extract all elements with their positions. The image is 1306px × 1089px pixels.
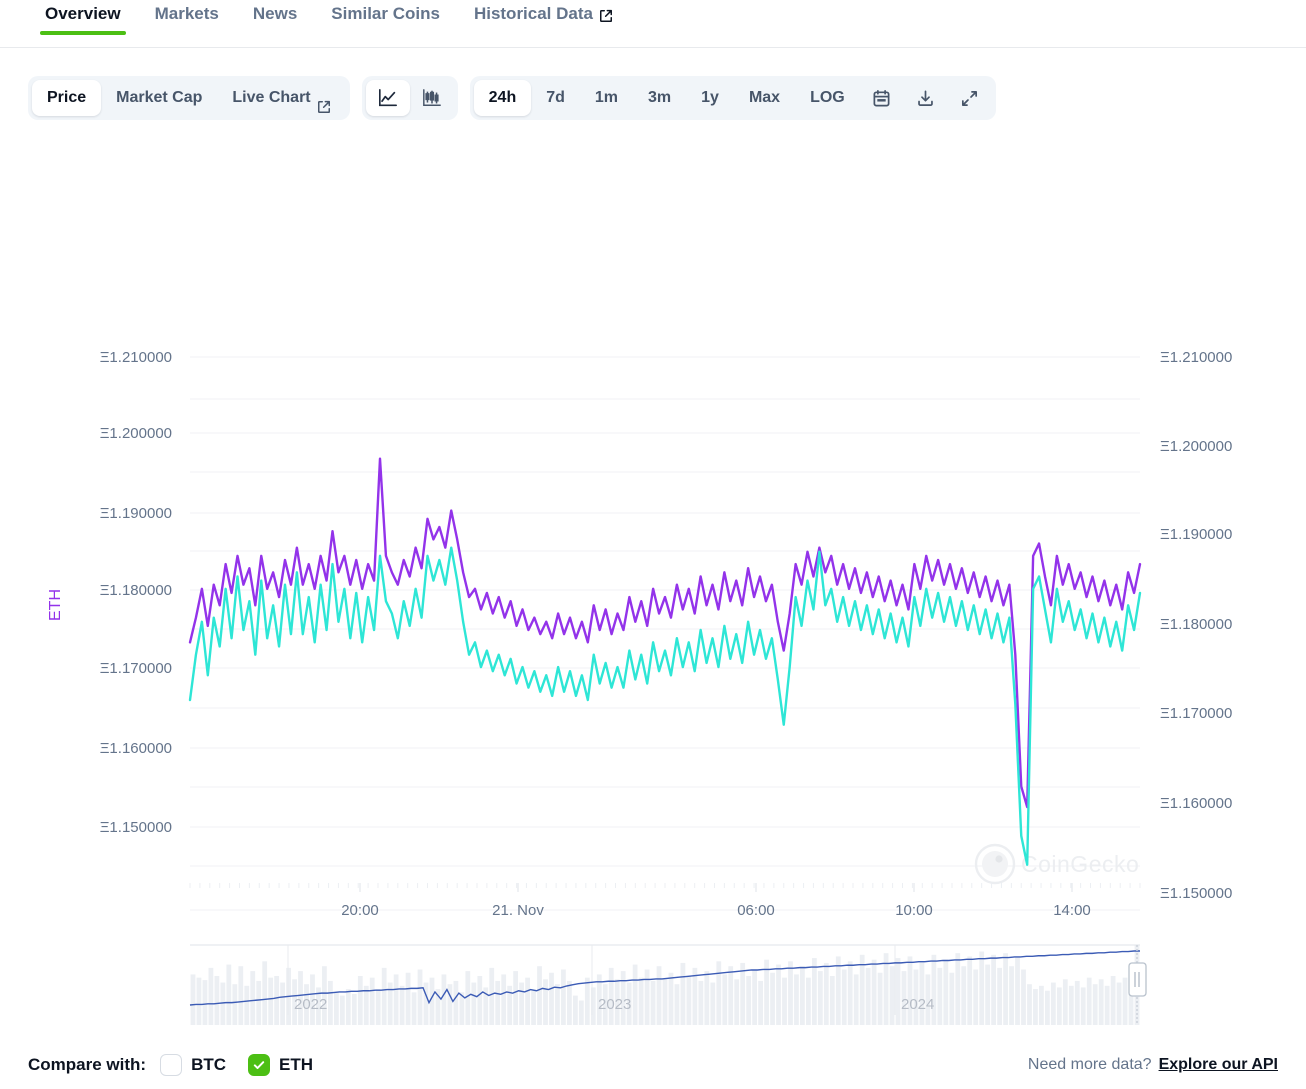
tab-historical-data[interactable]: Historical Data [457, 0, 630, 46]
svg-text:Ξ1.210000: Ξ1.210000 [100, 349, 172, 366]
range-max-button[interactable]: Max [734, 80, 795, 116]
svg-text:Ξ1.150000: Ξ1.150000 [1160, 885, 1232, 902]
navigator[interactable]: 2022 2023 2024 [189, 944, 1147, 1023]
chart-toolbar: Price Market Cap Live Chart 24h 7d 1m 3m… [28, 76, 996, 120]
calendar-icon[interactable] [860, 80, 904, 116]
svg-text:10:00: 10:00 [895, 902, 933, 919]
svg-text:Ξ1.180000: Ξ1.180000 [100, 582, 172, 599]
svg-text:Ξ1.160000: Ξ1.160000 [1160, 795, 1232, 812]
navigator-handle [1128, 962, 1147, 997]
tab-similar-coins-label: Similar Coins [331, 4, 440, 23]
crypto-chart-page: Overview Markets News Similar Coins Hist… [0, 0, 1306, 1089]
range-log-label: LOG [810, 89, 845, 106]
svg-text:2022: 2022 [294, 996, 327, 1013]
svg-text:Ξ1.200000: Ξ1.200000 [1160, 438, 1232, 455]
tab-overview-label: Overview [45, 4, 121, 23]
eth-label: ETH [279, 1054, 314, 1074]
series-purple [188, 457, 1142, 809]
footer-api-section: Need more data? Explore our API [1028, 1056, 1278, 1074]
tab-markets-label: Markets [154, 4, 219, 23]
range-1y-button[interactable]: 1y [686, 80, 734, 116]
explore-api-link[interactable]: Explore our API [1159, 1056, 1278, 1074]
range-1y-label: 1y [701, 89, 719, 106]
eth-checkbox[interactable] [248, 1053, 271, 1076]
svg-text:Ξ1.190000: Ξ1.190000 [1160, 526, 1232, 543]
left-y-axis: Ξ1.210000 Ξ1.200000 Ξ1.190000 Ξ1.180000 Ξ1.1… [47, 349, 172, 836]
svg-text:14:00: 14:00 [1053, 902, 1091, 919]
chart-footer: Compare with: BTC ETH Need more data? Ex… [0, 1040, 1306, 1089]
range-max-label: Max [748, 89, 781, 106]
candlestick-chart-icon[interactable] [410, 80, 454, 116]
svg-text:Ξ1.150000: Ξ1.150000 [100, 819, 172, 836]
series-cyan [188, 546, 1142, 866]
time-range-segmented-control: 24h 7d 1m 3m 1y Max LOG [469, 76, 996, 120]
compare-with-label: Compare with: [28, 1054, 147, 1074]
chart-gridlines [190, 356, 1140, 911]
metric-segmented-control: Price Market Cap Live Chart [28, 76, 350, 120]
svg-text:2023: 2023 [598, 996, 631, 1013]
tab-bar: Overview Markets News Similar Coins Hist… [0, 0, 1306, 48]
external-link-icon [317, 92, 331, 113]
range-1m-label: 1m [594, 89, 619, 106]
svg-text:Ξ1.190000: Ξ1.190000 [100, 505, 172, 522]
svg-text:Ξ1.170000: Ξ1.170000 [100, 660, 172, 677]
volume-bars [190, 945, 1140, 1025]
range-7d-label: 7d [546, 89, 565, 106]
svg-text:Ξ1.180000: Ξ1.180000 [1160, 616, 1232, 633]
compare-option-eth[interactable]: ETH [248, 1053, 314, 1076]
line-chart-icon[interactable] [365, 80, 410, 116]
compare-option-btc[interactable]: BTC [160, 1053, 227, 1076]
price-series-layer [188, 457, 1142, 866]
range-3m-button[interactable]: 3m [633, 80, 686, 116]
svg-text:21. Nov: 21. Nov [492, 902, 544, 919]
metric-price-button[interactable]: Price [32, 80, 102, 116]
svg-text:20:00: 20:00 [341, 902, 379, 919]
svg-text:ETH: ETH [47, 589, 64, 621]
tab-news-label: News [252, 4, 298, 23]
metric-market-cap-label: Market Cap [116, 89, 203, 106]
tab-historical-data-label: Historical Data [473, 4, 593, 23]
svg-text:Ξ1.200000: Ξ1.200000 [100, 425, 172, 442]
tab-similar-coins[interactable]: Similar Coins [314, 0, 457, 46]
tab-markets[interactable]: Markets [138, 0, 236, 46]
external-link-icon [599, 8, 613, 22]
coingecko-watermark: CoinGecko [974, 843, 1139, 885]
range-1m-button[interactable]: 1m [580, 80, 633, 116]
svg-text:Ξ1.210000: Ξ1.210000 [1160, 349, 1232, 366]
range-log-button[interactable]: LOG [795, 80, 860, 116]
svg-text:Ξ1.160000: Ξ1.160000 [100, 740, 172, 757]
metric-price-label: Price [47, 89, 87, 106]
download-icon[interactable] [904, 80, 948, 116]
need-more-data-label: Need more data? [1027, 1055, 1152, 1073]
check-icon [253, 1060, 265, 1069]
tab-news[interactable]: News [236, 0, 314, 46]
range-24h-button[interactable]: 24h [473, 80, 532, 116]
svg-text:2024: 2024 [901, 996, 934, 1013]
svg-text:CoinGecko: CoinGecko [1021, 851, 1139, 877]
x-axis: 20:00 21. Nov 06:00 10:00 14:00 [189, 883, 1141, 919]
svg-text:Ξ1.170000: Ξ1.170000 [1160, 705, 1232, 722]
expand-icon[interactable] [948, 80, 992, 116]
chart-style-segmented-control [361, 76, 458, 120]
right-y-axis: Ξ1.210000 Ξ1.200000 Ξ1.190000 Ξ1.180000 Ξ1.1… [1160, 349, 1232, 902]
svg-text:06:00: 06:00 [737, 902, 775, 919]
tab-overview[interactable]: Overview [28, 0, 138, 46]
range-3m-label: 3m [648, 89, 672, 106]
metric-market-cap-button[interactable]: Market Cap [101, 80, 217, 116]
range-24h-label: 24h [488, 89, 517, 106]
range-7d-button[interactable]: 7d [531, 80, 580, 116]
metric-live-chart-label: Live Chart [232, 89, 311, 106]
btc-checkbox[interactable] [160, 1053, 183, 1076]
btc-label: BTC [191, 1054, 227, 1074]
metric-live-chart-button[interactable]: Live Chart [217, 80, 345, 116]
price-chart-svg[interactable]: CoinGecko Ξ1.210000Ξ1.200000Ξ1.190000Ξ1.… [0, 150, 1306, 1040]
price-chart-container[interactable]: CoinGecko Ξ1.210000 Ξ1.200000 Ξ1.190000 Ξ1.… [0, 150, 1306, 1040]
